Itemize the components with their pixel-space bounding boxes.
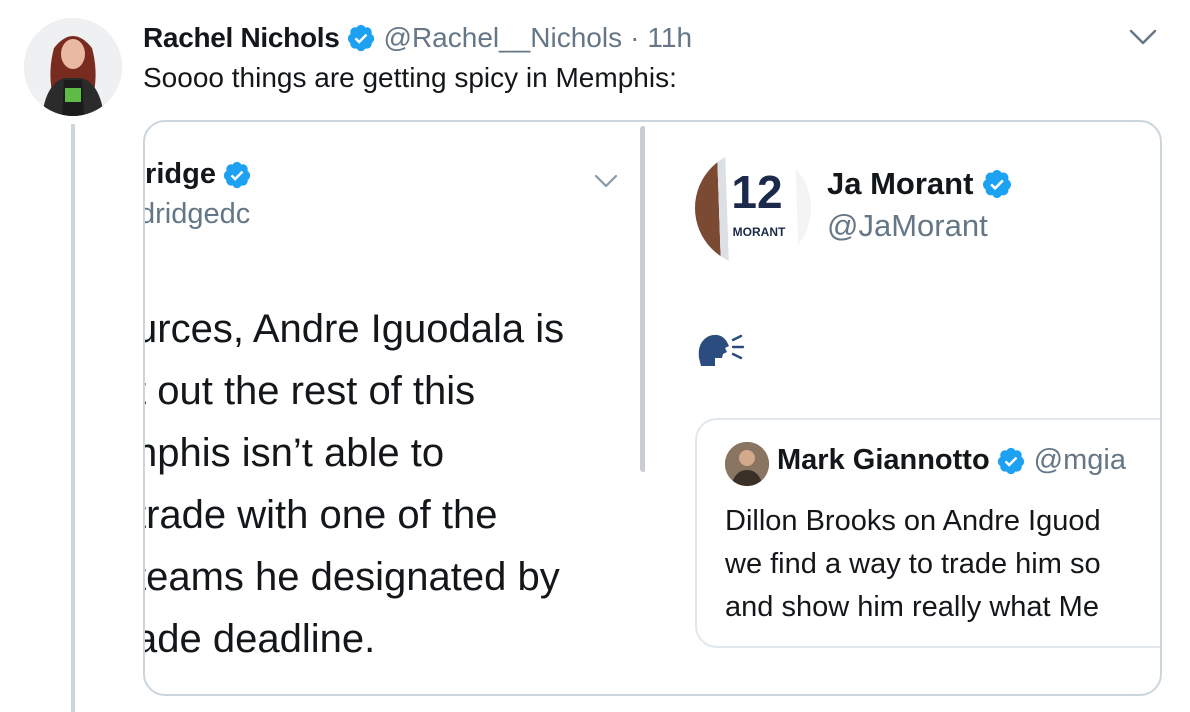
- tweet-text: Soooo things are getting spicy in Memphi…: [143, 62, 677, 93]
- tweet[interactable]: Rachel Nichols @Rachel__Nichols · 11h So…: [0, 0, 1190, 712]
- ja-author-name: Ja Morant: [827, 166, 974, 201]
- quoted-tweet-header: Mark Giannotto @mgia: [777, 444, 1126, 477]
- chevron-down-icon[interactable]: [1128, 26, 1158, 48]
- left-body-line: nphis isn’t able to: [145, 431, 445, 475]
- header-separator: ·: [630, 22, 640, 53]
- chevron-down-icon: [594, 174, 618, 188]
- tweet-timestamp[interactable]: 11h: [647, 22, 692, 54]
- quoted-author-name: Mark Giannotto: [777, 444, 990, 476]
- verified-badge-icon: [983, 170, 1012, 198]
- media-right-screenshot[interactable]: 12 MORANT Ja Morant @JaMorant Mark Giann…: [693, 122, 1160, 694]
- thread-line: [71, 124, 75, 712]
- verified-badge-icon: [223, 161, 251, 188]
- quoted-text-line: we find a way to trade him so: [725, 548, 1101, 580]
- author-avatar-image: [24, 18, 122, 116]
- left-body-line: trade with one of the: [145, 493, 498, 537]
- author-handle[interactable]: @Rachel__Nichols: [384, 22, 623, 54]
- speaking-head-icon: [698, 334, 745, 366]
- jersey-image: 12 MORANT: [695, 150, 811, 266]
- quoted-tweet: Mark Giannotto @mgia Dillon Brooks on An…: [695, 418, 1160, 648]
- author-avatar[interactable]: [24, 18, 122, 116]
- quoted-tweet-text: Dillon Brooks on Andre Iguod we find a w…: [725, 500, 1101, 629]
- left-author-handle: dridgedc: [145, 198, 251, 230]
- scrollbar: [640, 126, 645, 472]
- left-tweet-body: urces, Andre Iguodala is t out the rest …: [145, 298, 564, 670]
- verified-badge-icon: [347, 24, 374, 52]
- media-left-screenshot[interactable]: ıridge dridgedc urces, Andre Iguodala is…: [145, 122, 645, 694]
- left-body-line: urces, Andre Iguodala is: [145, 307, 565, 351]
- left-author-name: ıridge: [145, 158, 216, 190]
- left-body-line: teams he designated by: [145, 555, 560, 599]
- tweet-media[interactable]: ıridge dridgedc urces, Andre Iguodala is…: [143, 120, 1162, 696]
- left-body-line: t out the rest of this: [145, 369, 476, 413]
- left-body-line: ade deadline.: [145, 617, 376, 661]
- jersey-number: 12: [731, 166, 782, 218]
- quoted-text-line: Dillon Brooks on Andre Iguod: [725, 505, 1101, 537]
- ja-author-row: Ja Morant: [827, 166, 1013, 202]
- author-name[interactable]: Rachel Nichols: [143, 22, 340, 54]
- ja-author-handle: @JaMorant: [827, 208, 988, 243]
- quoted-author-handle: @mgia: [1033, 444, 1126, 476]
- tweet-header: Rachel Nichols @Rachel__Nichols · 11h: [143, 20, 692, 56]
- left-author-row: ıridge: [145, 158, 252, 191]
- mark-giannotto-avatar: [725, 442, 769, 486]
- jersey-name: MORANT: [733, 225, 786, 239]
- quoted-text-line: and show him really what Me: [725, 591, 1099, 623]
- verified-badge-icon: [997, 447, 1024, 474]
- ja-morant-avatar: 12 MORANT: [695, 150, 811, 266]
- avatar-image: [725, 442, 769, 486]
